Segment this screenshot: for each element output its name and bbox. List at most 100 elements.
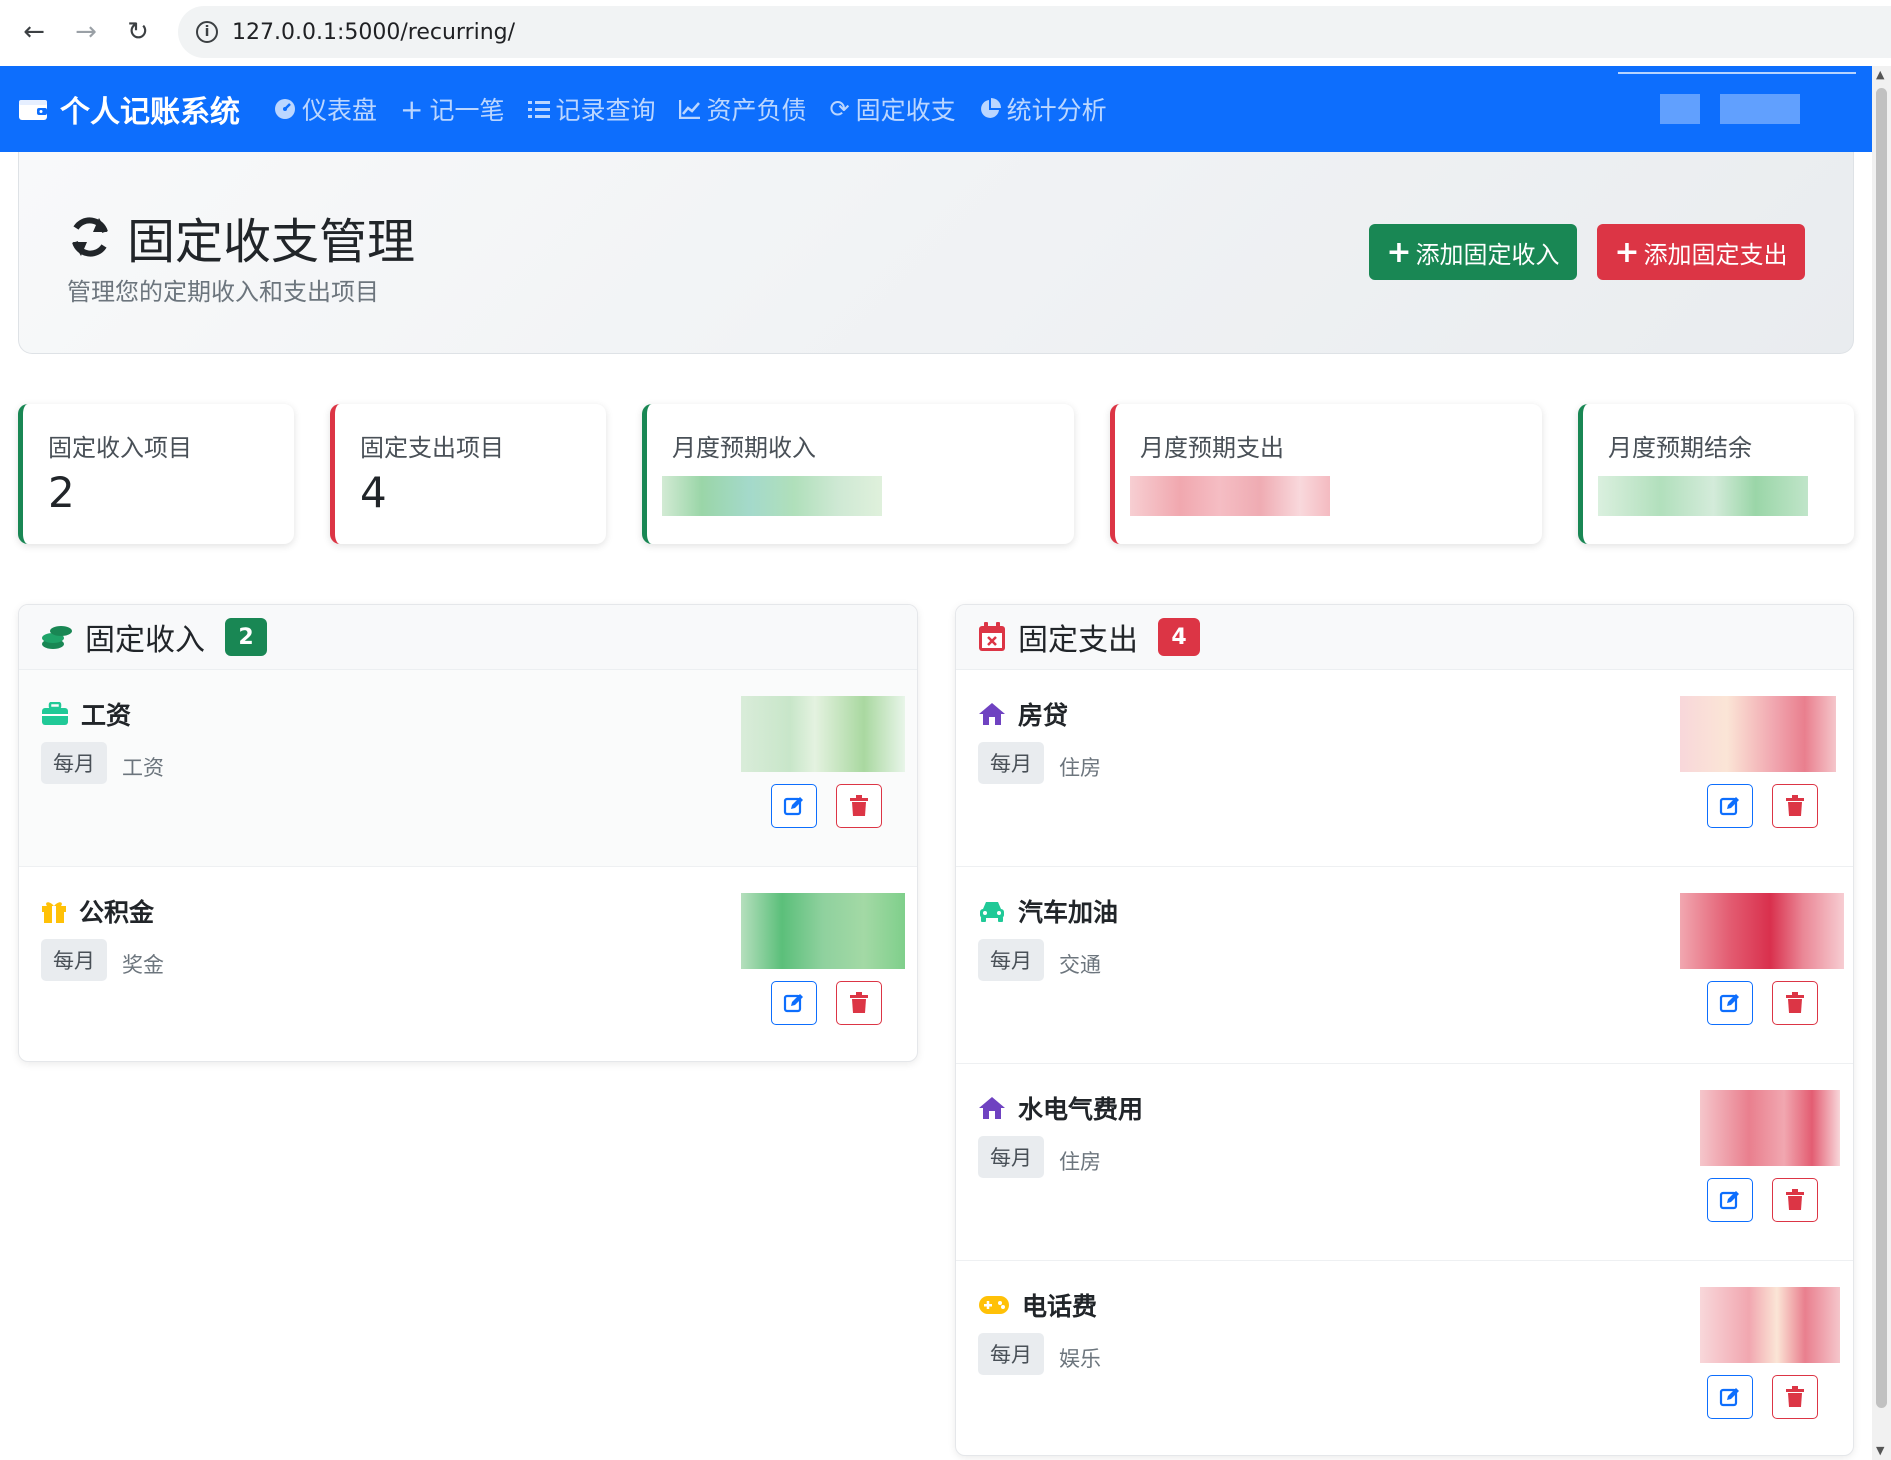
url-text[interactable]: 127.0.0.1:5000/recurring/ bbox=[232, 20, 515, 45]
edit-button[interactable] bbox=[1707, 1178, 1753, 1222]
nav-item-label: 固定收支 bbox=[855, 96, 956, 125]
wallet-icon bbox=[19, 100, 47, 120]
gamepad-icon bbox=[978, 1294, 1010, 1316]
browser-toolbar: ← → ↻ i 127.0.0.1:5000/recurring/ bbox=[0, 0, 1891, 67]
redacted-amount bbox=[662, 476, 882, 516]
add-income-label: 添加固定收入 bbox=[1415, 240, 1560, 269]
avatar bbox=[1660, 94, 1700, 124]
category-text: 工资 bbox=[122, 756, 164, 780]
edit-icon bbox=[1719, 994, 1739, 1013]
delete-button[interactable] bbox=[1772, 1178, 1818, 1222]
trash-icon bbox=[1786, 1386, 1804, 1407]
nav-item-records[interactable]: 记录查询 bbox=[527, 91, 656, 127]
trash-icon bbox=[1786, 795, 1804, 816]
add-income-button[interactable]: + 添加固定收入 bbox=[1369, 224, 1577, 280]
user-menu[interactable] bbox=[1618, 66, 1874, 152]
category-text: 住房 bbox=[1059, 756, 1101, 780]
stat-card-expense-items: 固定支出项目 4 bbox=[330, 404, 606, 544]
edit-button[interactable] bbox=[771, 784, 817, 828]
edit-icon bbox=[1719, 1191, 1739, 1210]
address-bar[interactable]: i 127.0.0.1:5000/recurring/ bbox=[178, 6, 1891, 58]
edit-button[interactable] bbox=[1707, 981, 1753, 1025]
delete-button[interactable] bbox=[1772, 784, 1818, 828]
chart-line-icon bbox=[678, 99, 701, 119]
nav-item-label: 记录查询 bbox=[555, 96, 656, 125]
reload-icon[interactable]: ↻ bbox=[118, 12, 158, 52]
list-item: 房贷 每月 住房 bbox=[956, 670, 1853, 867]
nav-item-label: 资产负债 bbox=[706, 96, 807, 125]
brand[interactable]: 个人记账系统 bbox=[18, 87, 240, 131]
edit-button[interactable] bbox=[1707, 784, 1753, 828]
stat-card-income-items: 固定收入项目 2 bbox=[18, 404, 294, 544]
redacted-amount bbox=[1130, 476, 1330, 516]
nav-item-statistics[interactable]: 统计分析 bbox=[979, 91, 1107, 127]
income-panel-header: 固定收入 2 bbox=[19, 605, 917, 670]
nav-item-label: 记一笔 bbox=[429, 96, 505, 125]
redacted-amount bbox=[1680, 893, 1844, 969]
stat-value: 2 bbox=[48, 468, 75, 517]
count-badge: 4 bbox=[1158, 618, 1200, 656]
category-text: 奖金 bbox=[122, 953, 164, 977]
back-arrow-icon[interactable]: ← bbox=[14, 12, 54, 52]
frequency-badge: 每月 bbox=[41, 939, 107, 981]
stat-label: 固定支出项目 bbox=[360, 434, 504, 462]
page-subtitle: 管理您的定期收入和支出项目 bbox=[67, 278, 379, 306]
page-title-text: 固定收支管理 bbox=[127, 214, 416, 270]
add-expense-button[interactable]: + 添加固定支出 bbox=[1597, 224, 1805, 280]
redacted-amount bbox=[1598, 476, 1808, 516]
trash-icon bbox=[1786, 992, 1804, 1013]
scroll-thumb[interactable] bbox=[1876, 88, 1887, 1408]
site-info-icon[interactable]: i bbox=[196, 21, 218, 43]
car-icon bbox=[978, 899, 1006, 923]
edit-button[interactable] bbox=[1707, 1375, 1753, 1419]
pie-chart-icon bbox=[979, 98, 1001, 120]
nav-item-recurring[interactable]: ⟳ 固定收支 bbox=[830, 91, 956, 127]
forward-arrow-icon[interactable]: → bbox=[66, 12, 106, 52]
stat-card-monthly-balance: 月度预期结余 bbox=[1578, 404, 1854, 544]
app-navbar: 个人记账系统 仪表盘 + 记一笔 记录查询 资产负债 ⟳ 固定收支 统计分析 bbox=[0, 66, 1872, 152]
coins-icon bbox=[42, 626, 72, 649]
expense-panel-header: 固定支出 4 bbox=[956, 605, 1853, 670]
delete-button[interactable] bbox=[1772, 1375, 1818, 1419]
edit-button[interactable] bbox=[771, 981, 817, 1025]
stat-card-monthly-income: 月度预期收入 bbox=[642, 404, 1074, 544]
edit-icon bbox=[1719, 1388, 1739, 1407]
category-text: 娱乐 bbox=[1059, 1347, 1101, 1371]
list-icon bbox=[527, 99, 550, 119]
stat-label: 月度预期收入 bbox=[672, 434, 816, 462]
frequency-badge: 每月 bbox=[978, 742, 1044, 784]
item-name: 汽车加油 bbox=[978, 893, 1118, 929]
frequency-badge: 每月 bbox=[978, 1333, 1044, 1375]
plus-icon: + bbox=[400, 92, 424, 126]
trash-icon bbox=[850, 795, 868, 816]
panel-title: 固定支出 bbox=[1018, 623, 1138, 658]
home-icon bbox=[978, 702, 1006, 726]
frequency-badge: 每月 bbox=[978, 939, 1044, 981]
redacted-amount bbox=[1680, 696, 1836, 772]
briefcase-icon bbox=[41, 702, 69, 726]
edit-icon bbox=[783, 797, 803, 816]
scroll-down-icon[interactable]: ▼ bbox=[1876, 1444, 1884, 1457]
trash-icon bbox=[1786, 1189, 1804, 1210]
nav-item-label: 统计分析 bbox=[1006, 96, 1107, 125]
item-name-text: 公积金 bbox=[79, 898, 155, 927]
redacted-amount bbox=[741, 893, 905, 969]
stat-value: 4 bbox=[360, 468, 387, 517]
trash-icon bbox=[850, 992, 868, 1013]
scroll-up-icon[interactable]: ▲ bbox=[1876, 68, 1884, 81]
income-panel: 固定收入 2 工资 每月 工资 公积金 每月 奖金 bbox=[18, 604, 918, 1062]
stat-label: 月度预期支出 bbox=[1140, 434, 1284, 462]
plus-icon: + bbox=[1386, 234, 1412, 270]
brand-title: 个人记账系统 bbox=[60, 95, 240, 130]
item-name: 公积金 bbox=[41, 893, 154, 929]
page-scrollbar[interactable]: ▲ ▼ bbox=[1872, 66, 1891, 1460]
item-name: 房贷 bbox=[978, 696, 1068, 732]
delete-button[interactable] bbox=[1772, 981, 1818, 1025]
nav-item-assets[interactable]: 资产负债 bbox=[678, 91, 807, 127]
list-item: 水电气费用 每月 住房 bbox=[956, 1064, 1853, 1261]
nav-item-dashboard[interactable]: 仪表盘 bbox=[274, 91, 377, 127]
delete-button[interactable] bbox=[836, 784, 882, 828]
nav-item-add-record[interactable]: + 记一笔 bbox=[400, 91, 504, 127]
delete-button[interactable] bbox=[836, 981, 882, 1025]
edit-icon bbox=[783, 994, 803, 1013]
